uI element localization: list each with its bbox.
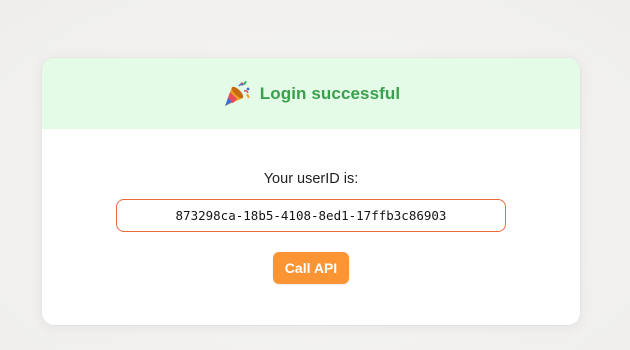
login-status-title: Login successful xyxy=(259,83,401,103)
userid-value-field[interactable]: 873298ca-18b5-4108-8ed1-17ffb3c86903 xyxy=(116,199,506,232)
card-body: Your userID is: 873298ca-18b5-4108-8ed1-… xyxy=(42,129,580,284)
userid-label: Your userID is: xyxy=(263,171,359,187)
party-popper-icon xyxy=(222,79,252,109)
call-api-button[interactable]: Call API xyxy=(272,252,350,284)
page: Login successful Your userID is: 873298c… xyxy=(0,0,630,350)
success-banner: Login successful xyxy=(42,58,580,129)
login-result-card: Login successful Your userID is: 873298c… xyxy=(42,58,580,325)
